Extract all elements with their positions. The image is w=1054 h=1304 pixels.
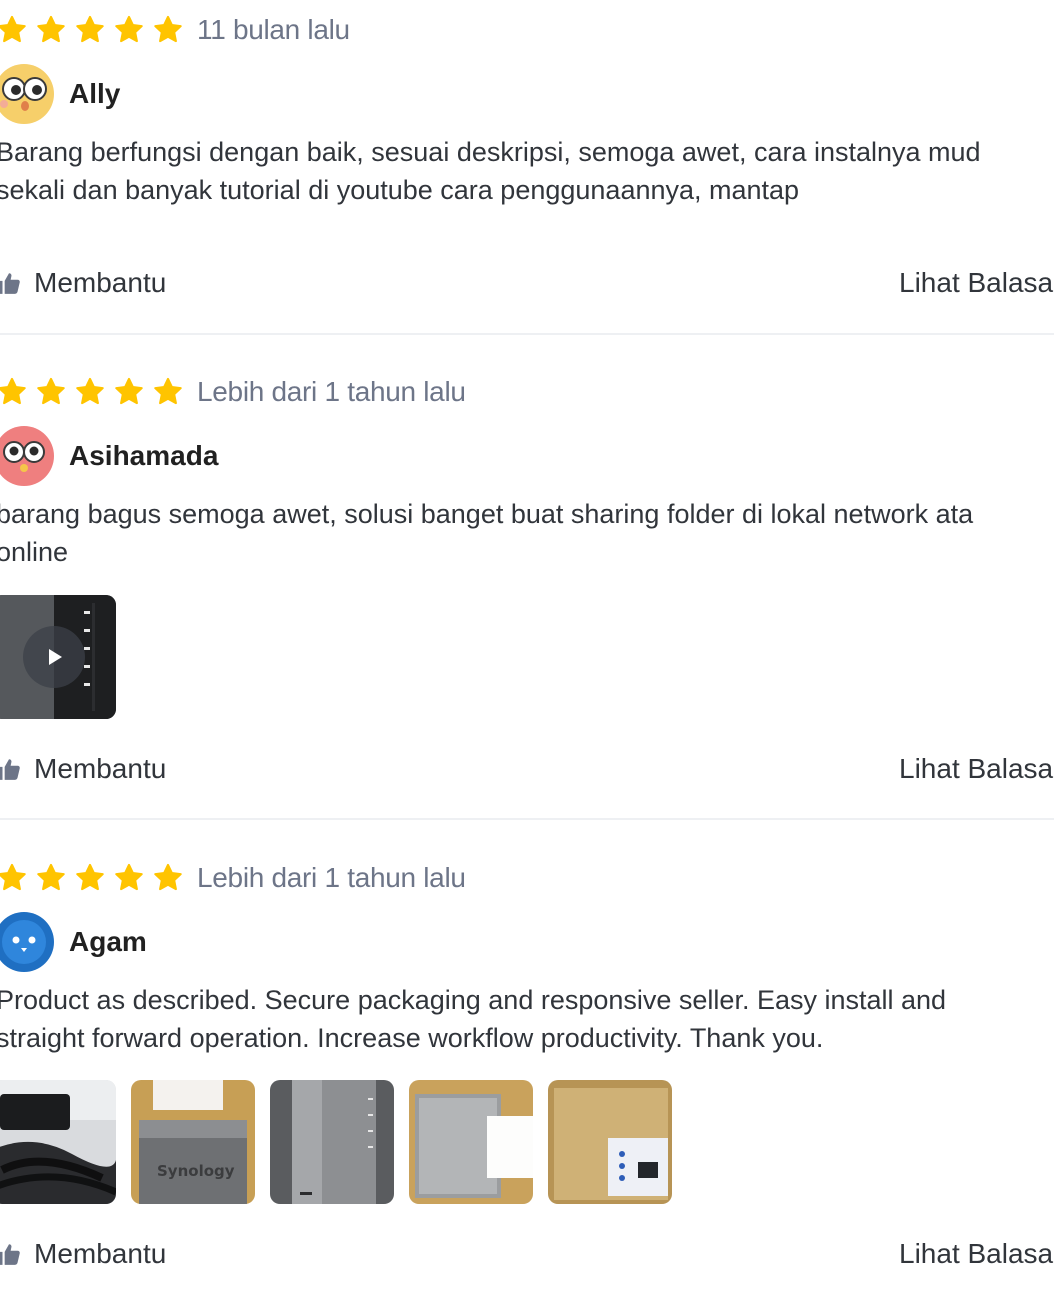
star-icon <box>74 376 106 408</box>
thumbs-up-icon <box>0 756 22 782</box>
star-icon <box>35 376 67 408</box>
review-media: Synology <box>0 1080 687 1204</box>
star-icon <box>74 14 106 46</box>
view-replies-link[interactable]: Lihat Balasa <box>899 753 1053 785</box>
reviewer-name[interactable]: Agam <box>69 926 147 958</box>
helpful-button[interactable]: Membantu <box>0 267 166 299</box>
review-photo-thumbnail[interactable] <box>409 1080 533 1204</box>
review-text-line: barang bagus semoga awet, solusi banget … <box>0 499 974 529</box>
view-replies-link[interactable]: Lihat Balasa <box>899 267 1053 299</box>
star-icon <box>152 14 184 46</box>
star-icon <box>152 862 184 894</box>
divider <box>0 818 1054 820</box>
thumbs-up-icon <box>0 1241 22 1267</box>
review-text-line: Barang berfungsi dengan baik, sesuai des… <box>0 137 981 167</box>
helpful-button[interactable]: Membantu <box>0 1238 166 1270</box>
reviewer: Ally <box>0 64 120 124</box>
star-icon <box>113 862 145 894</box>
review-media <box>0 595 131 719</box>
star-rating: Lebih dari 1 tahun lalu <box>0 858 466 898</box>
reviewer: Asihamada <box>0 426 218 486</box>
review-photo-thumbnail[interactable]: Synology <box>131 1080 255 1204</box>
owl-face-avatar-icon <box>0 426 54 486</box>
star-icon <box>35 862 67 894</box>
review-text-line: sekali dan banyak tutorial di youtube ca… <box>0 175 800 205</box>
star-icon <box>0 376 28 408</box>
star-icon <box>0 862 28 894</box>
helpful-label: Membantu <box>34 267 167 298</box>
review-video-thumbnail[interactable] <box>0 595 116 719</box>
helpful-button[interactable]: Membantu <box>0 753 166 785</box>
reviewer-name[interactable]: Ally <box>69 78 120 110</box>
view-replies-link[interactable]: Lihat Balasa <box>899 1238 1053 1270</box>
review-text: barang bagus semoga awet, solusi banget … <box>0 495 1054 571</box>
review-text-line: online <box>0 537 69 567</box>
review-photo-thumbnail[interactable] <box>0 1080 116 1204</box>
divider <box>0 333 1054 335</box>
star-rating: 11 bulan lalu <box>0 10 350 50</box>
review-photo-thumbnail[interactable] <box>548 1080 672 1204</box>
star-icon <box>113 376 145 408</box>
photo-brand-text: Synology <box>157 1162 235 1180</box>
review-time: Lebih dari 1 tahun lalu <box>197 376 466 407</box>
helpful-label: Membantu <box>34 753 167 784</box>
star-icon <box>152 376 184 408</box>
star-icon <box>0 14 28 46</box>
review-photo-thumbnail[interactable] <box>270 1080 394 1204</box>
review-text-line: Product as described. Secure packaging a… <box>0 985 947 1015</box>
review-time: 11 bulan lalu <box>197 14 350 45</box>
star-icon <box>113 14 145 46</box>
reviewer-name[interactable]: Asihamada <box>69 440 218 472</box>
review-text: Barang berfungsi dengan baik, sesuai des… <box>0 133 1054 209</box>
review-actions: Membantu Lihat Balasa <box>0 263 1054 303</box>
star-icon <box>35 14 67 46</box>
star-rating: Lebih dari 1 tahun lalu <box>0 372 466 412</box>
star-icon <box>74 862 106 894</box>
review-actions: Membantu Lihat Balasa <box>0 749 1054 789</box>
owl-face-avatar-icon <box>0 912 54 972</box>
owl-face-avatar-icon <box>0 64 54 124</box>
review-text-line: straight forward operation. Increase wor… <box>0 1023 824 1053</box>
review-actions: Membantu Lihat Balasa <box>0 1234 1054 1274</box>
thumbs-up-icon <box>0 270 22 296</box>
review-text: Product as described. Secure packaging a… <box>0 981 1054 1057</box>
play-icon[interactable] <box>23 626 85 688</box>
review-time: Lebih dari 1 tahun lalu <box>197 862 466 893</box>
helpful-label: Membantu <box>34 1238 167 1269</box>
reviewer: Agam <box>0 912 147 972</box>
